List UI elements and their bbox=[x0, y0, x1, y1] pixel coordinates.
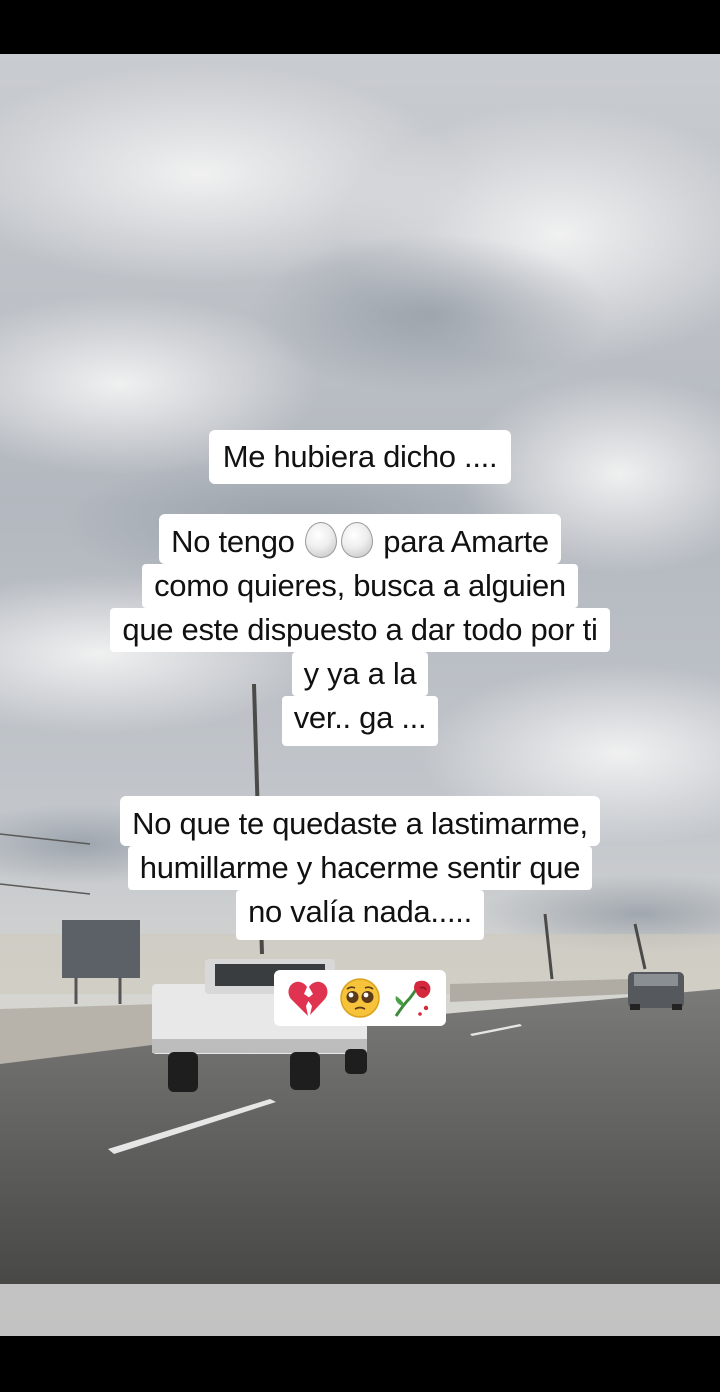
caption-line: Me hubiera dicho .... bbox=[208, 430, 512, 484]
caption-line: que este dispuesto a dar todo por ti bbox=[110, 608, 610, 652]
caption-line: no valía nada..... bbox=[236, 890, 484, 940]
caption-line: No que te quedaste a lastimarme, bbox=[120, 796, 600, 846]
caption-line: No tengo para Amarte bbox=[159, 514, 561, 564]
caption-line: como quieres, busca a alguien bbox=[142, 564, 578, 608]
egg-icon bbox=[304, 522, 337, 558]
emoji-line bbox=[274, 970, 446, 1026]
caption-text: para Amarte bbox=[383, 524, 549, 559]
caption-text: No tengo bbox=[171, 524, 295, 559]
caption-line: ver.. ga ... bbox=[281, 696, 439, 746]
caption-intro: Me hubiera dicho .... bbox=[0, 430, 720, 484]
caption-line: y ya a la bbox=[291, 652, 429, 696]
egg-icon bbox=[340, 522, 373, 558]
pleading-face-icon bbox=[340, 978, 380, 1018]
wilted-rose-icon bbox=[394, 980, 431, 1017]
caption-line: humillarme y hacerme sentir que bbox=[127, 846, 593, 890]
broken-heart-icon bbox=[288, 981, 328, 1016]
story-screen: Me hubiera dicho .... No tengo para Amar… bbox=[0, 0, 720, 1392]
caption-emojis bbox=[0, 970, 720, 1026]
caption-message: No tengo para Amarte como quieres, busca… bbox=[0, 514, 720, 746]
caption-reproach: No que te quedaste a lastimarme, humilla… bbox=[0, 796, 720, 940]
